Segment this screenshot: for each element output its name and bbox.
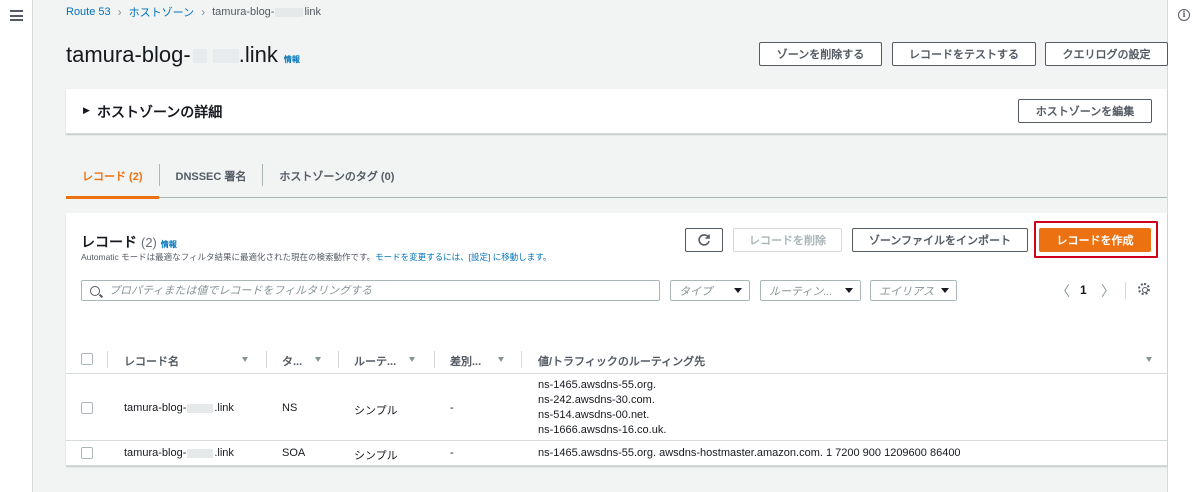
table-header: レコード名 タ... ルーテ... 差別... 値/トラフィックのルーティング先 <box>66 344 1167 374</box>
value-line: ns-1465.awsdns-55.org. <box>538 379 657 391</box>
highlight-annotation <box>1034 221 1158 258</box>
col-routing[interactable]: ルーテ... <box>354 353 396 369</box>
alias-filter-select[interactable]: エイリアス <box>870 280 957 301</box>
value-line: ns-1666.awsdns-16.co.uk. <box>538 424 667 436</box>
records-title: レコード <box>81 234 137 250</box>
col-type[interactable]: タ... <box>282 353 302 369</box>
search-input[interactable] <box>109 284 649 297</box>
type-filter-select[interactable]: タイプ <box>670 280 750 301</box>
caret-down-icon <box>845 288 853 293</box>
records-count: (2) <box>141 235 157 250</box>
record-diff-cell: - <box>450 402 454 414</box>
caret-down-icon <box>941 288 949 293</box>
sort-icon[interactable] <box>498 357 504 362</box>
delete-record-button[interactable]: レコードを削除 <box>733 228 842 252</box>
prev-page-icon[interactable]: 〈 <box>1056 281 1070 301</box>
record-name-cell: tamura-blog- .link <box>124 447 234 459</box>
import-zone-file-button[interactable]: ゾーンファイルをインポート <box>852 228 1028 252</box>
sort-icon[interactable] <box>315 357 321 362</box>
records-description: Automatic モードは最適なフィルタ結果に最適化された現在の検索動作です。… <box>81 251 551 263</box>
search-icon <box>90 285 100 296</box>
column-divider <box>434 351 435 368</box>
row-checkbox[interactable] <box>81 447 93 459</box>
records-description-text: Automatic モードは最適なフィルタ結果に最適化された現在の検索動作です。 <box>81 252 376 262</box>
record-routing-cell: シンプル <box>354 405 398 417</box>
routing-filter-label: ルーティン... <box>769 285 833 298</box>
records-info-link[interactable]: 情報 <box>161 239 177 250</box>
records-heading: レコード (2) 情報 <box>81 232 177 252</box>
record-diff-cell: - <box>450 447 454 459</box>
right-tools-strip: i <box>1167 0 1200 492</box>
record-type-cell: NS <box>282 402 298 414</box>
col-differentiator[interactable]: 差別... <box>450 353 481 369</box>
value-line: ns-514.awsdns-00.net. <box>538 409 650 421</box>
column-divider <box>521 351 522 368</box>
table-row[interactable]: tamura-blog- .link NS シンプル - ns-1465.awsd… <box>66 375 1167 441</box>
column-divider <box>338 351 339 368</box>
page-title-text: tamura-blog- .link <box>66 42 278 67</box>
settings-link[interactable]: モードを変更するには、[設定] に移動します。 <box>375 252 551 262</box>
breadcrumb-route53[interactable]: Route 53 <box>66 6 111 18</box>
tab-records[interactable]: レコード (2) <box>66 160 159 199</box>
next-page-icon[interactable]: 〉 <box>1101 281 1115 301</box>
routing-filter-select[interactable]: ルーティン... <box>760 280 861 301</box>
left-nav-strip <box>0 0 33 492</box>
refresh-button[interactable] <box>685 228 723 252</box>
table-row[interactable]: tamura-blog- .link SOA シンプル - ns-1465.aws… <box>66 442 1167 466</box>
delete-zone-button[interactable]: ゾーンを削除する <box>759 42 882 66</box>
record-type-cell: SOA <box>282 447 306 459</box>
refresh-icon <box>698 234 710 246</box>
tab-dnssec[interactable]: DNSSEC 署名 <box>160 160 263 198</box>
select-all-checkbox[interactable] <box>81 353 93 365</box>
type-filter-label: タイプ <box>679 285 712 298</box>
pager-divider <box>1125 282 1126 299</box>
edit-zone-button[interactable]: ホストゾーンを編集 <box>1018 99 1152 123</box>
info-icon[interactable]: i <box>1178 9 1190 21</box>
sort-icon[interactable] <box>409 357 415 362</box>
chevron-right-icon: › <box>117 5 122 19</box>
search-input-wrapper[interactable] <box>81 280 660 301</box>
query-log-button[interactable]: クエリログの設定 <box>1045 42 1168 66</box>
record-value-cell: ns-1465.awsdns-55.org. ns-242.awsdns-30.… <box>538 378 666 438</box>
column-divider <box>107 351 108 368</box>
breadcrumb-hosted-zones[interactable]: ホストゾーン <box>129 4 194 20</box>
title-info-link[interactable]: 情報 <box>284 54 300 65</box>
alias-filter-label: エイリアス <box>879 285 934 298</box>
page-title: tamura-blog- .link 情報 <box>66 42 300 68</box>
record-name-cell: tamura-blog- .link <box>124 402 234 414</box>
test-record-button[interactable]: レコードをテストする <box>892 42 1036 66</box>
caret-down-icon <box>734 288 742 293</box>
page-number[interactable]: 1 <box>1080 283 1087 297</box>
caret-right-icon[interactable]: ▶ <box>83 105 90 116</box>
details-title[interactable]: ホストゾーンの詳細 <box>97 102 222 122</box>
chevron-right-icon: › <box>201 5 206 19</box>
value-line: ns-242.awsdns-30.com. <box>538 394 655 406</box>
menu-icon[interactable] <box>10 10 23 21</box>
column-divider <box>266 351 267 368</box>
col-value[interactable]: 値/トラフィックのルーティング先 <box>538 353 705 369</box>
records-panel: レコード (2) 情報 Automatic モードは最適なフィルタ結果に最適化さ… <box>66 213 1167 466</box>
sort-icon[interactable] <box>242 357 248 362</box>
col-record-name[interactable]: レコード名 <box>124 353 179 369</box>
row-checkbox[interactable] <box>81 402 93 414</box>
tabs: レコード (2) DNSSEC 署名 ホストゾーンのタグ (0) <box>66 160 1167 199</box>
hosted-zone-details-panel[interactable]: ▶ ホストゾーンの詳細 ホストゾーンを編集 <box>66 89 1167 134</box>
record-routing-cell: シンプル <box>354 450 398 462</box>
sort-icon[interactable] <box>1146 357 1152 362</box>
tab-tags[interactable]: ホストゾーンのタグ (0) <box>263 160 410 198</box>
record-value-cell: ns-1465.awsdns-55.org. awsdns-hostmaster… <box>538 447 961 459</box>
gear-icon[interactable] <box>1138 283 1150 295</box>
breadcrumb-current: tamura-blog-link <box>212 6 321 18</box>
breadcrumb: Route 53 › ホストゾーン › tamura-blog-link <box>66 4 321 20</box>
